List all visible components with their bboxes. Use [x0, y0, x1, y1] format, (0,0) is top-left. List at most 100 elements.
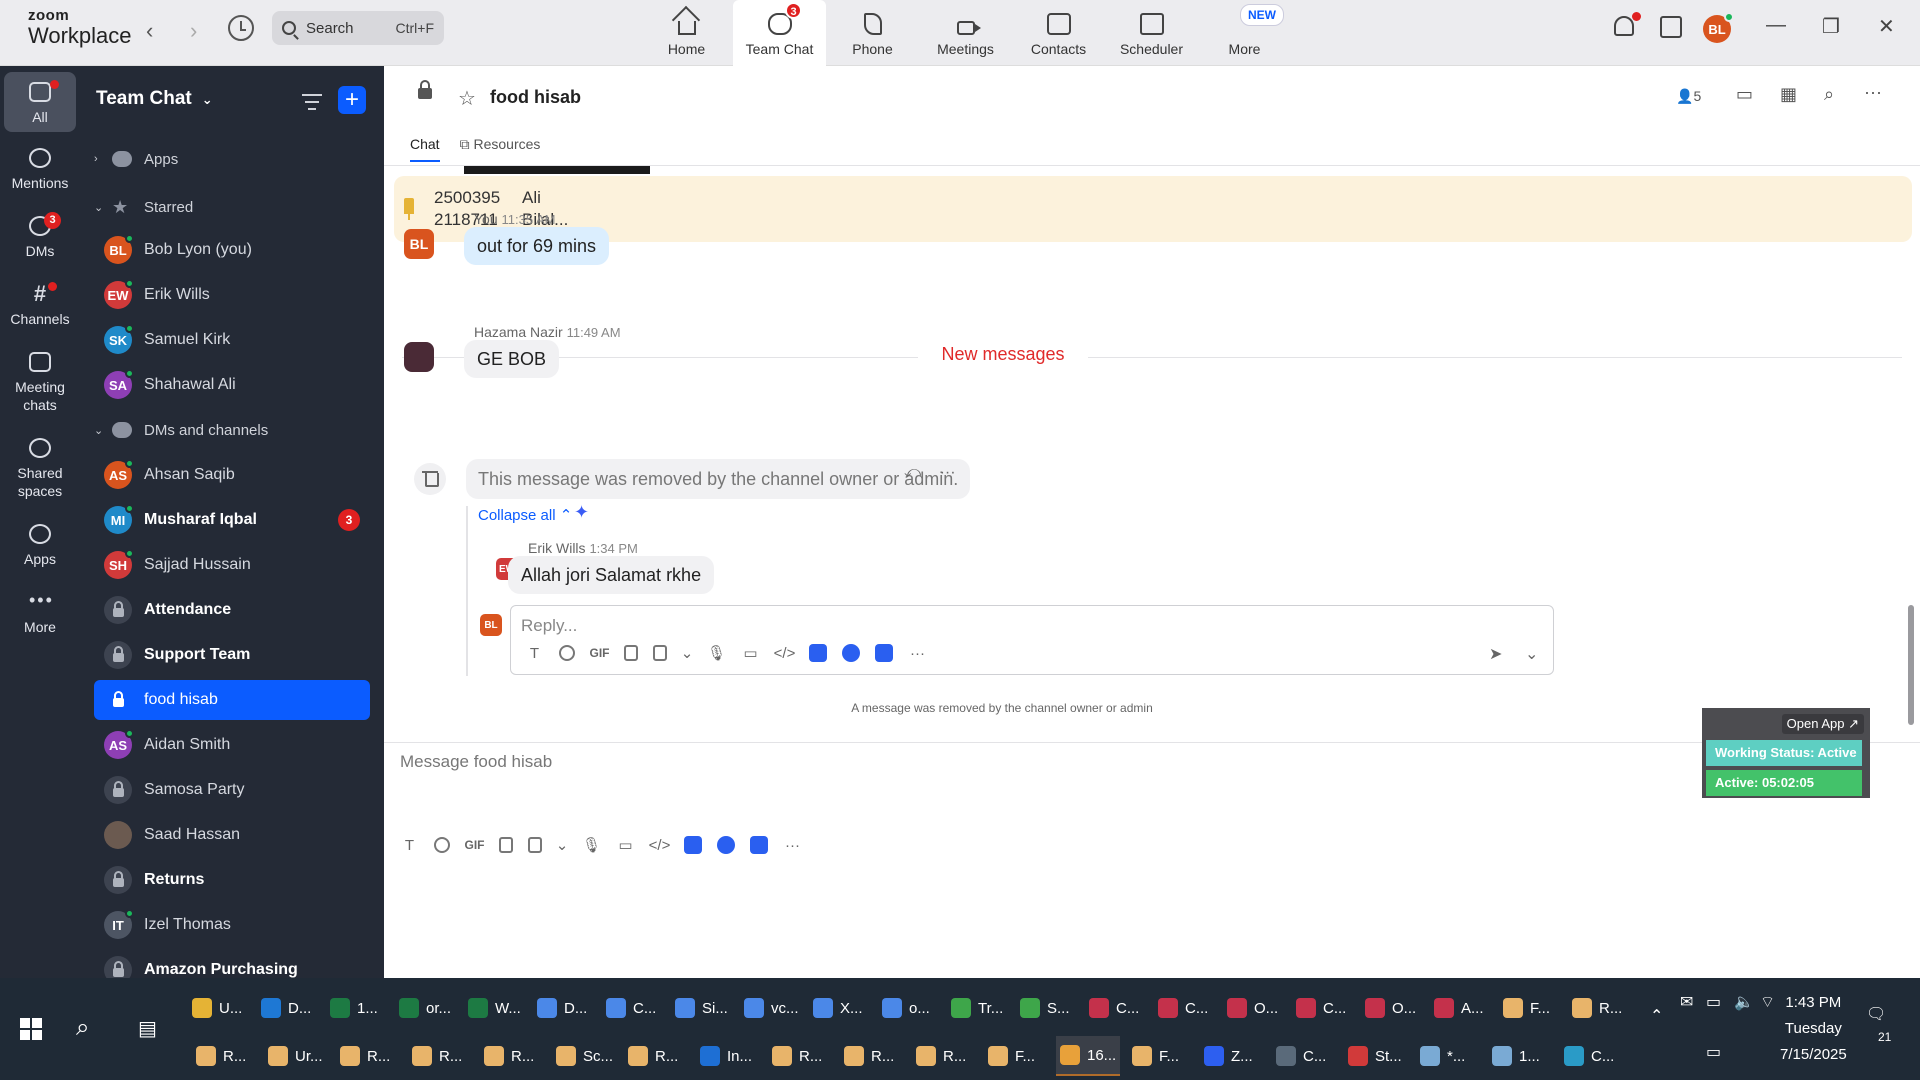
collapse-all-button[interactable]: Collapse all ⌃ — [478, 506, 572, 524]
taskbar-app[interactable]: Sc... — [552, 1036, 617, 1076]
calendar-icon[interactable] — [1660, 16, 1682, 38]
rail-all[interactable]: All — [4, 72, 76, 132]
taskbar-app[interactable]: R... — [192, 1036, 250, 1076]
restore-icon[interactable]: ❐ — [1822, 14, 1840, 39]
taskbar-app[interactable]: In... — [696, 1036, 756, 1076]
taskbar-app[interactable]: or... — [399, 988, 451, 1028]
taskbar-app[interactable]: Z... — [1200, 1036, 1257, 1076]
sidebar-item-izel-thomas[interactable]: IT Izel Thomas — [94, 905, 370, 945]
more-dots-icon[interactable]: ··· — [783, 836, 802, 854]
notification-bell-icon[interactable] — [1614, 16, 1634, 36]
reply-input[interactable]: Reply... T GIF ⌄ 🎙 ▭ </> ··· ➤ ⌄ — [510, 605, 1554, 675]
more-options-icon[interactable]: ··· — [1864, 82, 1882, 103]
tab-meetings[interactable]: Meetings — [919, 0, 1012, 66]
app-icon-2[interactable] — [717, 836, 735, 854]
gif-icon[interactable]: GIF — [590, 644, 610, 662]
tray-chevron-up-icon[interactable]: ⌃ — [1650, 1006, 1663, 1026]
taskbar-search-icon[interactable]: ⌕ — [76, 1014, 89, 1042]
sidebar-item-musharaf-iqbal[interactable]: MI Musharaf Iqbal 3 — [94, 500, 370, 540]
filter-icon[interactable] — [302, 94, 322, 115]
rail-apps[interactable]: Apps — [4, 524, 76, 568]
taskbar-app[interactable]: A... — [1434, 988, 1484, 1028]
taskbar-app[interactable]: C... — [1158, 988, 1208, 1028]
video-clip-icon[interactable]: ▭ — [616, 836, 635, 854]
taskbar-app[interactable]: R... — [768, 1036, 826, 1076]
taskbar-app[interactable]: *... — [1416, 1036, 1469, 1076]
gif-icon[interactable]: GIF — [465, 836, 485, 854]
ai-sparkle-icon[interactable]: ✦ — [574, 502, 589, 523]
sidebar-item-sajjad-hussain[interactable]: SH Sajjad Hussain — [94, 545, 370, 585]
sidebar-item-support-team[interactable]: Support Team — [94, 635, 370, 675]
taskbar-app[interactable]: C... — [606, 988, 656, 1028]
taskbar-app[interactable]: D... — [261, 988, 311, 1028]
app-icon-3[interactable] — [875, 644, 893, 662]
taskbar-app[interactable]: St... — [1344, 1036, 1406, 1076]
sidebar-item-food-hisab[interactable]: food hisab — [94, 680, 370, 720]
taskbar-app[interactable]: F... — [1503, 988, 1550, 1028]
rail-dms[interactable]: 3 DMs — [4, 212, 76, 260]
more-options-icon[interactable]: ··· — [940, 464, 956, 481]
tab-team-chat[interactable]: 3 Team Chat — [733, 0, 826, 66]
video-call-icon[interactable]: ▭ — [1736, 84, 1753, 105]
back-arrow-icon[interactable]: ‹ — [146, 18, 153, 44]
taskbar-app[interactable]: O... — [1365, 988, 1416, 1028]
tab-contacts[interactable]: Contacts — [1012, 0, 1105, 66]
chevron-down-icon[interactable]: ⌄ — [556, 836, 569, 854]
chevron-down-icon[interactable]: ⌄ — [681, 644, 694, 662]
volume-icon[interactable]: 🔈 — [1734, 992, 1754, 1012]
close-icon[interactable]: ✕ — [1878, 14, 1895, 39]
clock[interactable]: 1:43 PM Tuesday 7/15/2025 — [1780, 990, 1847, 1068]
rail-channels[interactable]: # Channels — [4, 282, 76, 328]
rail-shared-spaces[interactable]: Shared spaces — [4, 438, 76, 500]
message-bubble[interactable]: GE BOB — [464, 340, 560, 378]
avatar[interactable]: BL — [404, 229, 434, 259]
emoji-icon[interactable] — [559, 645, 575, 661]
app-icon-3[interactable] — [750, 836, 768, 854]
app-icon-2[interactable] — [842, 644, 860, 662]
text-format-icon[interactable]: T — [525, 644, 544, 662]
taskbar-app[interactable]: R... — [480, 1036, 538, 1076]
tab-phone[interactable]: Phone — [826, 0, 919, 66]
taskbar-app[interactable]: R... — [840, 1036, 898, 1076]
tab-home[interactable]: Home — [640, 0, 733, 66]
taskbar-app[interactable]: U... — [192, 988, 242, 1028]
battery-icon[interactable]: ▭ — [1706, 992, 1721, 1012]
pinned-message[interactable]: 2500395 Ali 2118711 Bilal... — [394, 176, 1912, 242]
section-apps[interactable]: › Apps — [94, 139, 370, 179]
taskbar-app[interactable]: R... — [1572, 988, 1622, 1028]
sidebar-item-amazon-purchasing[interactable]: Amazon Purchasing — [94, 950, 370, 978]
emoji-icon[interactable] — [434, 837, 450, 853]
taskbar-app[interactable]: 1... — [330, 988, 378, 1028]
taskbar-app[interactable]: S... — [1020, 988, 1070, 1028]
sidebar-item-ahsan-saqib[interactable]: AS Ahsan Saqib — [94, 455, 370, 495]
taskbar-app[interactable]: C... — [1296, 988, 1346, 1028]
avatar[interactable] — [404, 342, 434, 372]
code-icon[interactable]: </> — [774, 644, 796, 662]
taskbar-app[interactable]: R... — [408, 1036, 466, 1076]
sidebar-item-aidan-smith[interactable]: AS Aidan Smith — [94, 725, 370, 765]
file-icon[interactable] — [499, 837, 513, 853]
sidebar-item-samosa-party[interactable]: Samosa Party — [94, 770, 370, 810]
reply-bubble[interactable]: Allah jori Salamat rkhe — [508, 556, 715, 594]
app-icon-1[interactable] — [684, 836, 702, 854]
notifications-icon[interactable]: 🗨 — [1866, 1004, 1886, 1024]
screenshot-icon[interactable] — [653, 645, 667, 661]
message-input[interactable]: Message food hisab — [400, 752, 552, 772]
app-icon-1[interactable] — [809, 644, 827, 662]
file-icon[interactable] — [624, 645, 638, 661]
task-view-icon[interactable]: ▤ — [138, 1016, 157, 1041]
send-icon[interactable]: ➤ — [1489, 644, 1502, 664]
microphone-icon[interactable]: 🎙 — [582, 836, 601, 854]
taskbar-app[interactable]: R... — [912, 1036, 970, 1076]
taskbar-app[interactable]: C... — [1272, 1036, 1330, 1076]
mail-tray-icon[interactable]: ✉ — [1680, 992, 1693, 1012]
open-app-button[interactable]: Open App ↗ — [1781, 714, 1864, 734]
forward-arrow-icon[interactable]: › — [190, 18, 197, 44]
taskbar-app[interactable]: C... — [1089, 988, 1139, 1028]
message-bubble[interactable]: out for 69 mins — [464, 227, 610, 265]
section-dms-and-channels[interactable]: ⌄ DMs and channels — [94, 410, 370, 450]
scrollbar[interactable] — [1908, 605, 1914, 725]
more-dots-icon[interactable]: ··· — [908, 644, 927, 662]
section-starred[interactable]: ⌄ ★ Starred — [94, 187, 370, 227]
network-icon[interactable]: ⌔ — [1760, 992, 1775, 1012]
